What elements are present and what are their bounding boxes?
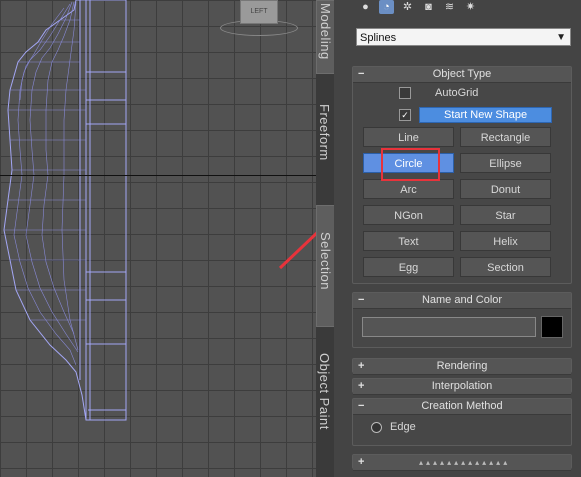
helix-button[interactable]: Helix: [460, 231, 551, 251]
helpers-icon[interactable]: ≋: [442, 0, 457, 14]
section-button[interactable]: Section: [460, 257, 551, 277]
cameras-icon[interactable]: ◙: [421, 0, 436, 14]
ngon-button[interactable]: NGon: [363, 205, 454, 225]
rectangle-button[interactable]: Rectangle: [460, 127, 551, 147]
tab-selection[interactable]: Selection: [316, 205, 335, 327]
chevron-down-icon: ▼: [556, 32, 566, 43]
edge-radio[interactable]: [371, 421, 382, 433]
rendering-header[interactable]: + Rendering: [353, 359, 571, 375]
lights-icon[interactable]: ✲: [400, 0, 415, 14]
line-button[interactable]: Line: [363, 127, 454, 147]
create-category-toolbar: ● ◔ ✲ ◙ ≋ ✷: [358, 0, 478, 16]
command-panel: ● ◔ ✲ ◙ ≋ ✷ Splines ▼ − Object Type Auto…: [334, 0, 581, 477]
shapes-icon[interactable]: ◔: [379, 0, 394, 14]
tab-object-paint[interactable]: Object Paint: [316, 353, 334, 463]
object-type-header[interactable]: − Object Type: [353, 67, 571, 83]
edge-radio-row: Edge: [371, 421, 416, 433]
category-dropdown-value: Splines: [360, 32, 397, 44]
donut-button[interactable]: Donut: [460, 179, 551, 199]
viewcube[interactable]: LEFT: [240, 0, 278, 24]
tab-modeling[interactable]: Modeling: [316, 0, 335, 74]
loading-dots-icon: ▴▴▴▴▴▴▴▴▴▴▴▴▴: [419, 458, 511, 467]
ellipse-button[interactable]: Ellipse: [460, 153, 551, 173]
name-and-color-header[interactable]: − Name and Color: [353, 293, 571, 309]
text-button[interactable]: Text: [363, 231, 454, 251]
object-color-swatch[interactable]: [541, 316, 563, 338]
tab-freeform[interactable]: Freeform: [316, 104, 334, 194]
viewport-left[interactable]: LEFT: [0, 0, 316, 477]
edge-label: Edge: [390, 421, 416, 433]
category-dropdown[interactable]: Splines ▼: [356, 28, 571, 46]
rendering-rollout: + Rendering: [352, 358, 572, 375]
interpolation-rollout: + Interpolation: [352, 378, 572, 395]
highlight-annotation-box: [381, 148, 440, 181]
start-new-shape-row: ✓ Start New Shape: [399, 107, 553, 123]
start-new-shape-checkbox[interactable]: ✓: [399, 109, 411, 121]
arc-button[interactable]: Arc: [363, 179, 454, 199]
spline-mesh-object[interactable]: [0, 0, 316, 477]
creation-method-header[interactable]: − Creation Method: [353, 399, 571, 415]
creation-method-rollout: − Creation Method Edge: [352, 398, 572, 446]
object-name-field[interactable]: [362, 317, 536, 337]
star-button[interactable]: Star: [460, 205, 551, 225]
autogrid-checkbox[interactable]: [399, 87, 411, 99]
egg-button[interactable]: Egg: [363, 257, 454, 277]
collapsed-rollout-header[interactable]: + ▴▴▴▴▴▴▴▴▴▴▴▴▴: [353, 455, 571, 471]
systems-icon[interactable]: ✷: [463, 0, 478, 14]
command-tab-strip: Modeling Freeform Selection Object Paint: [316, 0, 335, 477]
collapsed-rollout: + ▴▴▴▴▴▴▴▴▴▴▴▴▴: [352, 454, 572, 471]
autogrid-row: AutoGrid: [399, 87, 478, 99]
grid-axis-line: [0, 175, 316, 176]
start-new-shape-button[interactable]: Start New Shape: [419, 107, 553, 123]
geometry-icon[interactable]: ●: [358, 0, 373, 14]
autogrid-label: AutoGrid: [435, 87, 479, 99]
interpolation-header[interactable]: + Interpolation: [353, 379, 571, 395]
